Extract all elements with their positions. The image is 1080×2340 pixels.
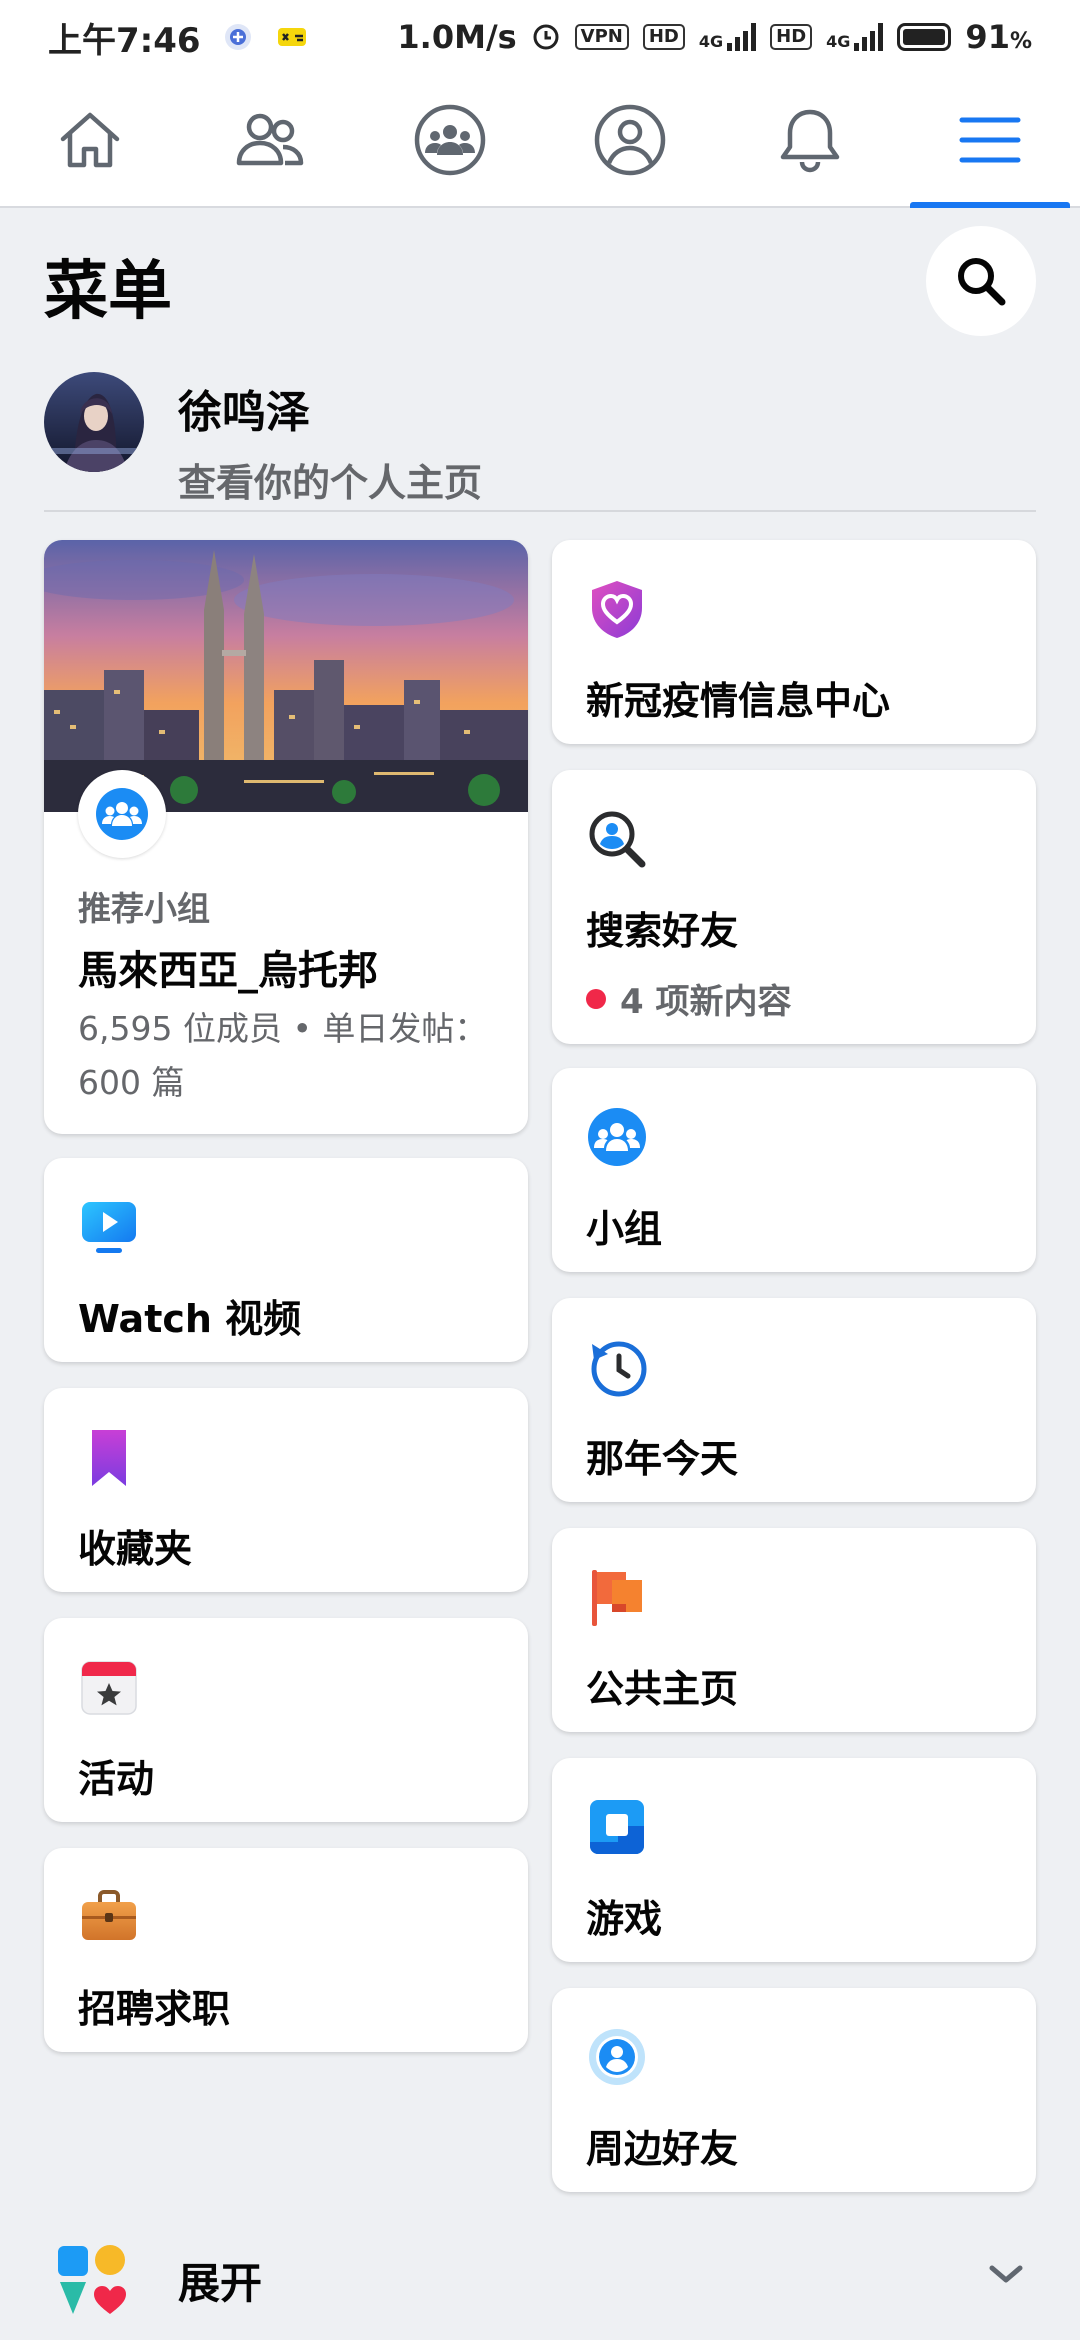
menu-item-label: 小组 xyxy=(586,1207,663,1251)
heart-shield-icon xyxy=(592,581,642,638)
find-friends-icon xyxy=(589,811,646,868)
menu-item-groups[interactable]: 小组 xyxy=(552,1068,1036,1272)
calendar-event-icon xyxy=(81,1661,137,1715)
menu-item-label: 游戏 xyxy=(586,1897,663,1941)
profile-row[interactable]: 徐鸣泽 查看你的个人主页 xyxy=(44,372,1036,512)
group-badge xyxy=(78,770,166,858)
menu-item-jobs[interactable]: 招聘求职 xyxy=(44,1848,528,2052)
suggested-group-card[interactable]: 推荐小组 馬來西亞_烏托邦 6,595 位成员 • 单日发帖：600 篇 xyxy=(44,540,528,1134)
more-shapes-icon xyxy=(58,2245,126,2314)
battery-unit: % xyxy=(1009,29,1032,54)
search-button[interactable] xyxy=(926,226,1036,336)
tab-menu[interactable] xyxy=(900,74,1080,208)
network-speed: 1.0M/s xyxy=(397,18,517,56)
tab-home[interactable] xyxy=(0,74,180,206)
new-content-badge: 4 项新内容 xyxy=(586,974,792,1023)
menu-item-label: 新冠疫情信息中心 xyxy=(586,679,891,723)
menu-item-label: 招聘求职 xyxy=(78,1987,231,2031)
menu-item-gaming[interactable]: 游戏 xyxy=(552,1758,1036,1962)
chevron-down-icon[interactable] xyxy=(988,2262,1024,2286)
menu-item-find-friends[interactable]: 搜索好友 4 项新内容 xyxy=(552,770,1036,1044)
briefcase-icon xyxy=(82,1890,136,1940)
profile-subtitle: 查看你的个人主页 xyxy=(178,461,483,505)
tab-notifications[interactable] xyxy=(720,74,900,206)
menu-item-saved[interactable]: 收藏夹 xyxy=(44,1388,528,1592)
page-title: 菜单 xyxy=(44,255,172,329)
menu-item-events[interactable]: 活动 xyxy=(44,1618,528,1822)
watch-video-icon xyxy=(82,1202,136,1253)
app-notification-icon xyxy=(224,24,251,50)
menu-item-label: 活动 xyxy=(78,1757,155,1801)
game-notification-icon xyxy=(277,28,306,46)
menu-item-label: 那年今天 xyxy=(586,1437,739,1481)
hd-indicator: HD xyxy=(642,24,685,50)
groups-icon xyxy=(588,1108,646,1166)
profile-name: 徐鸣泽 xyxy=(178,387,310,438)
menu-item-covid-center[interactable]: 新冠疫情信息中心 xyxy=(552,540,1036,744)
hd-indicator-2: HD xyxy=(770,24,813,50)
top-nav xyxy=(0,74,1080,208)
status-time: 上午7:46 xyxy=(48,20,201,61)
tab-profile[interactable] xyxy=(540,74,720,206)
bell-icon xyxy=(780,109,840,173)
vpn-indicator: VPN xyxy=(574,24,629,50)
gaming-icon xyxy=(590,1800,644,1854)
avatar[interactable] xyxy=(44,372,144,472)
profile-icon xyxy=(594,104,666,176)
menu-item-watch[interactable]: Watch 视频 xyxy=(44,1158,528,1362)
tab-friends[interactable] xyxy=(180,74,360,206)
group-kicker: 推荐小组 xyxy=(78,889,210,928)
menu-item-label: 收藏夹 xyxy=(78,1527,193,1571)
red-dot-icon xyxy=(586,988,606,1009)
menu-item-memories[interactable]: 那年今天 xyxy=(552,1298,1036,1502)
battery-percent: 91 xyxy=(965,18,1010,56)
group-meta: 6,595 位成员 • 单日发帖：600 篇 xyxy=(78,1009,488,1102)
menu-icon xyxy=(959,117,1021,163)
status-bar: 上午7:46 1.0M/s VPN HD 4G HD 4G 91% xyxy=(0,0,1080,74)
group-title: 馬來西亞_烏托邦 xyxy=(78,948,378,994)
menu-item-label: Watch 视频 xyxy=(78,1297,302,1341)
signal-icon xyxy=(727,23,757,51)
alarm-icon xyxy=(533,24,559,50)
groups-icon xyxy=(414,104,486,176)
menu-item-pages[interactable]: 公共主页 xyxy=(552,1528,1036,1732)
flag-icon xyxy=(592,1570,642,1626)
network-type-2: 4G xyxy=(826,32,851,51)
expand-row[interactable]: 展开 xyxy=(0,2220,1080,2340)
menu-item-label: 周边好友 xyxy=(586,2127,739,2171)
tab-groups[interactable] xyxy=(360,74,540,206)
menu-item-nearby-friends[interactable]: 周边好友 xyxy=(552,1988,1036,2192)
network-type: 4G xyxy=(698,32,724,51)
menu-item-label: 搜索好友 xyxy=(586,909,739,953)
battery-icon xyxy=(897,23,952,51)
friends-icon xyxy=(236,113,304,166)
signal-icon-2 xyxy=(854,23,884,51)
nearby-friends-icon xyxy=(589,2029,645,2085)
search-icon xyxy=(958,258,1006,306)
new-content-text: 4 项新内容 xyxy=(620,982,792,1022)
home-icon xyxy=(60,112,120,168)
memories-clock-icon xyxy=(591,1341,647,1397)
groups-icon xyxy=(96,788,148,840)
expand-label: 展开 xyxy=(178,2258,263,2308)
bookmark-icon xyxy=(92,1430,126,1486)
menu-item-label: 公共主页 xyxy=(586,1667,739,1711)
